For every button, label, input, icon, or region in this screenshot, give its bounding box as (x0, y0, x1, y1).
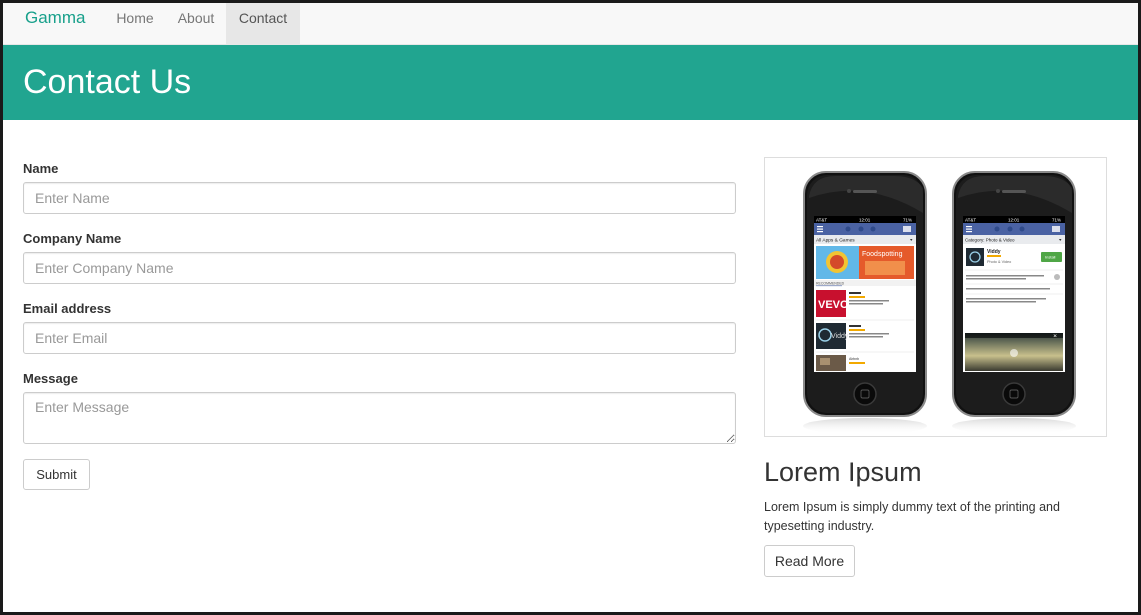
nav-item-home[interactable]: Home (104, 3, 166, 45)
left-app-viddy: Viddy (831, 333, 849, 340)
name-input[interactable] (23, 182, 736, 214)
email-input[interactable] (23, 322, 736, 354)
page-title: Contact Us (23, 63, 192, 101)
side-title: Lorem Ipsum (764, 457, 922, 487)
right-carrier: AT&T (965, 218, 976, 223)
right-phone: AT&T 12:01 71% Category: Photo & Video V… (952, 171, 1076, 417)
phones-thumbnail: AT&T 12:01 71% All Apps & Games Foodspot… (764, 157, 1107, 437)
brand-logo[interactable]: Gamma (25, 3, 85, 33)
right-app-sub: Photo & Video (987, 260, 1011, 264)
right-category: Category: Photo & Video (965, 238, 1015, 243)
left-banner: Foodspotting (862, 251, 903, 258)
right-battery: 71% (1052, 218, 1061, 223)
left-app-vevo: VEVO (818, 299, 849, 311)
left-battery: 71% (903, 218, 912, 223)
left-app-airbnb: Airbnb (849, 357, 859, 361)
email-label: Email address (23, 301, 112, 316)
name-label: Name (23, 161, 59, 176)
left-tab: RECOMMENDED (816, 282, 845, 286)
svg-text:✕: ✕ (1053, 334, 1057, 340)
left-time: 12:01 (859, 218, 871, 223)
right-app-name: Viddy (987, 249, 1001, 255)
navbar: Gamma Home About Contact (3, 3, 1138, 45)
right-time: 12:01 (1008, 218, 1020, 223)
submit-button[interactable]: Submit (23, 459, 90, 490)
nav-item-about[interactable]: About (166, 3, 226, 45)
side-description: Lorem Ipsum is simply dummy text of the … (764, 500, 1060, 533)
left-phone: AT&T 12:01 71% All Apps & Games Foodspot… (803, 171, 927, 417)
message-textarea[interactable] (23, 392, 736, 444)
right-install: Install (1045, 255, 1056, 260)
phones-image: AT&T 12:01 71% All Apps & Games Foodspot… (803, 171, 1076, 434)
company-name-label: Company Name (23, 231, 122, 246)
page-header: Contact Us (3, 45, 1138, 120)
message-label: Message (23, 371, 78, 386)
left-category: All Apps & Games (816, 238, 855, 244)
left-carrier: AT&T (816, 218, 827, 223)
company-name-input[interactable] (23, 252, 736, 284)
nav-item-contact[interactable]: Contact (226, 3, 300, 45)
read-more-button[interactable]: Read More (764, 545, 855, 577)
